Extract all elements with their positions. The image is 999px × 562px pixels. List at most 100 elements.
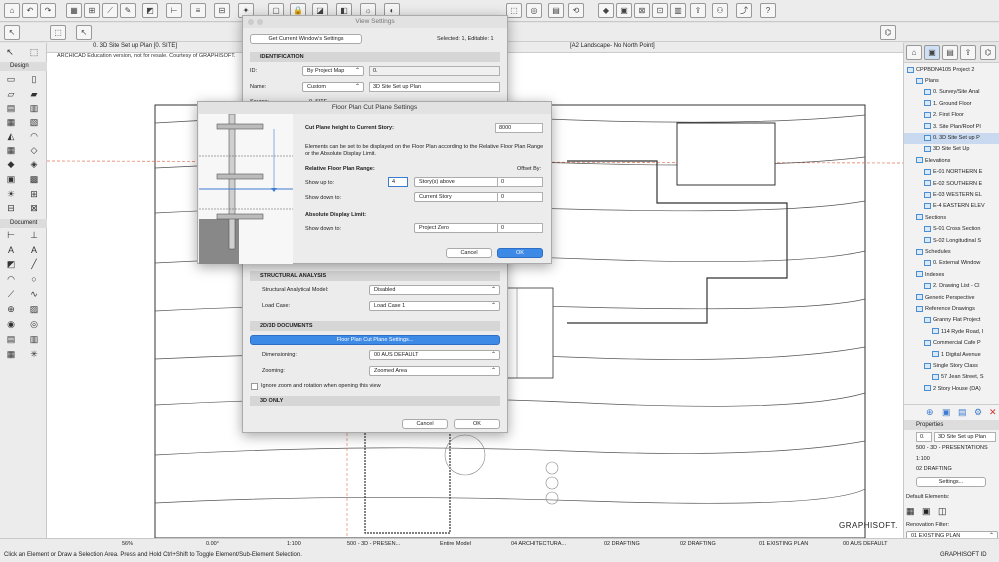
get-current-settings-button[interactable]: Get Current Window's Settings [250,34,362,44]
model-status[interactable]: Entire Model [440,539,471,549]
section-tool-icon[interactable]: ⊟ [4,203,18,214]
minimize-icon[interactable] [257,19,263,25]
change-icon[interactable]: ▥ [27,334,41,345]
sam-select[interactable]: Disabled [369,285,500,295]
identification-header[interactable]: IDENTIFICATION [250,52,500,62]
document-header[interactable]: Document [0,219,47,228]
view-id-field[interactable]: 0. [916,432,932,442]
clone-icon[interactable]: ▤ [958,407,967,418]
floor-plan-cut-plane-button[interactable]: Floor Plan Cut Plane Settings... [250,335,500,345]
nav-item[interactable]: S-02 Longitudinal S [904,236,999,247]
window-icon[interactable]: ▤ [4,103,18,114]
view-3d-icon[interactable]: ⬚ [506,3,522,18]
nav-item[interactable]: S-01 Cross Section [904,224,999,235]
roof-icon[interactable]: ◭ [4,131,18,142]
doc-icon[interactable]: ▥ [670,3,686,18]
view-map-icon[interactable]: ⌬ [880,25,896,40]
dimensioning-select[interactable]: 00 AUS DEFAULT [369,350,500,360]
layer-status[interactable]: 500 - 3D - PRESEN... [347,539,400,549]
arrow-icon[interactable]: ↖ [3,47,17,58]
text-icon[interactable]: A [4,245,18,256]
element-icon[interactable]: ▣ [922,506,931,517]
nav-item[interactable]: 1. Ground Floor [904,99,999,110]
grid-icon[interactable]: ▦ [66,3,82,18]
properties-header[interactable]: Properties [904,420,999,430]
show-up-count-field[interactable]: 4 [388,177,408,187]
angle-value[interactable]: 0.00° [206,539,219,549]
shell-icon[interactable]: ◠ [27,131,41,142]
palette-icon[interactable]: ▤ [548,3,564,18]
elevation-icon[interactable]: ⊡ [652,3,668,18]
sun-tool-icon[interactable]: ✳ [27,349,41,360]
publisher-icon[interactable]: ⇪ [960,45,976,60]
offset-icon[interactable]: ⊟ [214,3,230,18]
project-map-icon[interactable]: ⌂ [906,45,922,60]
penset-status[interactable]: 04 ARCHITECTURA... [511,539,566,549]
ignore-zoom-checkbox[interactable] [251,383,258,390]
redo-icon[interactable]: ↷ [40,3,56,18]
measure-icon[interactable]: ⊢ [166,3,182,18]
layout-book-icon[interactable]: ▤ [942,45,958,60]
layers-icon[interactable]: ▣ [616,3,632,18]
nav-item[interactable]: 2 Story House (DA) [904,384,999,395]
dimension-status[interactable]: 00 AUS DEFAULT [843,539,888,549]
mvo-status[interactable]: 02 DRAFTING [604,539,640,549]
curtain-wall-icon[interactable]: ▦ [4,145,18,156]
documents-header[interactable]: 2D/3D DOCUMENTS [250,321,500,331]
slab-icon[interactable]: ▰ [27,89,41,100]
morph-icon[interactable]: ◆ [4,159,18,170]
view-name-field[interactable]: 3D Site Set up Plan [934,432,996,442]
cube-icon[interactable]: ◆ [598,3,614,18]
view-settings-ok-button[interactable]: OK [454,419,500,429]
settings-button[interactable]: Settings... [916,477,986,487]
nav-item[interactable]: 57 Jean Street, S [904,372,999,383]
zooming-select[interactable]: Zoomed Area [369,366,500,376]
polyline-icon[interactable]: ⟋ [4,289,18,300]
nav-item[interactable]: E-01 NORTHERN E [904,167,999,178]
publish-icon[interactable]: ⇪ [690,3,706,18]
fill-icon[interactable]: ◩ [4,259,18,270]
nav-item[interactable]: 114 Ryde Road, I [904,327,999,338]
pen-icon[interactable]: ✎ [120,3,136,18]
nav-item[interactable]: 2. Drawing List - Cl [904,281,999,292]
label-icon[interactable]: A [27,245,41,256]
drawing-icon[interactable]: ▦ [4,349,18,360]
close-icon[interactable] [248,19,254,25]
wall-icon[interactable]: ▭ [4,74,18,85]
cut-plane-ok-button[interactable]: OK [497,248,543,258]
level-dim-icon[interactable]: ⊥ [27,230,41,241]
section-icon[interactable]: ⊠ [634,3,650,18]
new-view-icon[interactable]: ⊕ [926,407,934,418]
select-icon[interactable]: ⬚ [50,25,66,40]
share-icon[interactable]: ⤴ [736,3,752,18]
undo-icon[interactable]: ↶ [22,3,38,18]
zone-icon[interactable]: ▣ [4,174,18,185]
nav-item[interactable]: Single Story Class [904,361,999,372]
tab-layout[interactable]: [A2 Landscape- No North Point] [570,43,655,49]
column-icon[interactable]: ▯ [27,74,41,85]
abs-show-down-offset-field[interactable]: 0 [497,223,543,233]
nav-item[interactable]: Plans [904,76,999,87]
nav-item[interactable]: Schedules [904,247,999,258]
nav-item[interactable]: 1 Digital Avenue [904,350,999,361]
structural-header[interactable]: STRUCTURAL ANALYSIS [250,271,500,281]
marquee-icon[interactable]: ⬚ [27,47,41,58]
show-up-offset-field[interactable]: 0 [497,177,543,187]
design-header[interactable]: Design [0,62,47,71]
line-tool-icon[interactable]: ╱ [27,259,41,270]
nav-item[interactable]: E-02 SOUTHERN E [904,179,999,190]
stair-icon[interactable]: ▦ [4,117,18,128]
object-icon[interactable]: ◈ [27,159,41,170]
tab-plan[interactable]: 0. 3D Site Set up Plan [0. SITE] [93,43,177,49]
nav-item[interactable]: Indexes [904,270,999,281]
id-mode-select[interactable]: By Project Map [302,66,364,76]
skylight-icon[interactable]: ◇ [27,145,41,156]
nav-item[interactable]: 3D Site Set Up [904,144,999,155]
name-field[interactable]: 3D Site Set up Plan [369,82,500,92]
new-folder-icon[interactable]: ▣ [942,407,951,418]
show-down-offset-field[interactable]: 0 [497,192,543,202]
align-icon[interactable]: ≡ [190,3,206,18]
delete-icon[interactable]: ✕ [989,407,997,418]
load-case-select[interactable]: Load Case 1 [369,301,500,311]
favorites-icon[interactable]: ▦ [906,506,915,517]
